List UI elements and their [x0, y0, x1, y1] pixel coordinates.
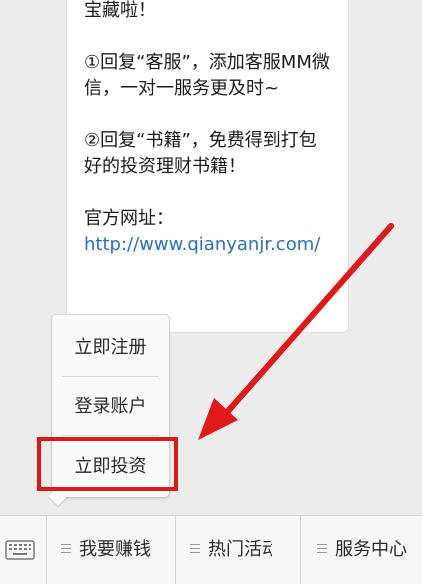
tab-label: 我要赚钱	[79, 539, 151, 560]
bottom-menu-bar: 我要赚钱 热门活动 服务中心	[0, 515, 422, 584]
website-link[interactable]: http://www.qianyanjr.com/	[84, 234, 320, 255]
website-label: 官方网址：	[84, 208, 174, 229]
menu-divider	[62, 376, 159, 377]
message-gap	[84, 24, 334, 50]
tab-label: 服务中心	[335, 539, 407, 560]
tab-hot-activities[interactable]: 热门活动	[176, 516, 300, 584]
menu-lines-icon	[317, 544, 327, 553]
menu-lines-icon	[61, 544, 71, 553]
tab-service-center[interactable]: 服务中心	[301, 516, 422, 584]
message-gap	[84, 180, 334, 206]
message-gap	[84, 102, 334, 128]
menu-item-register[interactable]: 立即注册	[52, 319, 169, 377]
message-line-0: 宝藏啦！	[84, 0, 156, 21]
menu-lines-icon	[190, 544, 200, 553]
tab-label: 热门活动	[208, 539, 272, 560]
keyboard-toggle-button[interactable]	[0, 516, 46, 584]
message-paragraph-1: ①回复“客服”，添加客服MM微信，一对一服务更及时~	[84, 52, 330, 99]
menu-divider	[62, 435, 159, 436]
keyboard-icon	[5, 540, 35, 560]
annotation-highlight-box	[37, 437, 178, 491]
chat-screen: 宝藏啦！ ①回复“客服”，添加客服MM微信，一对一服务更及时~ ②回复“书籍”，…	[0, 0, 422, 584]
message-bubble: 宝藏啦！ ①回复“客服”，添加客服MM微信，一对一服务更及时~ ②回复“书籍”，…	[67, 0, 348, 332]
menu-item-login[interactable]: 登录账户	[52, 378, 169, 436]
message-paragraph-2: ②回复“书籍”，免费得到打包好的投资理财书籍！	[84, 130, 317, 177]
tab-earn-money[interactable]: 我要赚钱	[47, 516, 175, 584]
